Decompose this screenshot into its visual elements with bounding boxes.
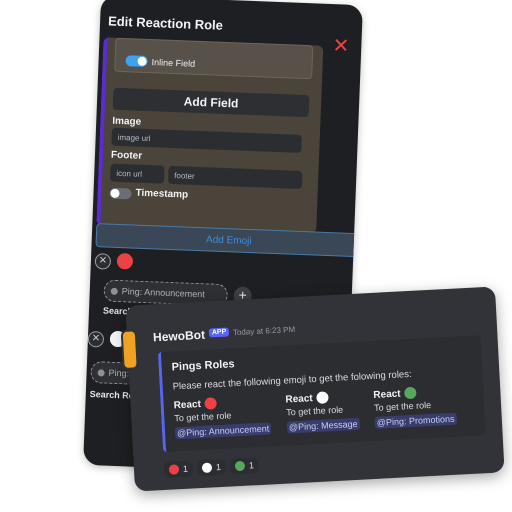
- green-circle-emoji: [234, 460, 246, 472]
- red-circle-emoji: [168, 464, 180, 475]
- reactions-bar: 1 1 1: [163, 457, 260, 479]
- reaction-count: 1: [182, 463, 189, 475]
- inline-field-toggle[interactable]: [125, 55, 148, 67]
- footer-icon-input[interactable]: icon url: [109, 163, 165, 184]
- reaction-button[interactable]: 1: [229, 457, 260, 475]
- footer-text-input[interactable]: footer: [167, 165, 303, 189]
- timestamp-toggle[interactable]: [109, 187, 132, 200]
- remove-emoji-button[interactable]: ✕: [94, 253, 112, 270]
- role-dot-icon: [110, 287, 118, 295]
- role-mention[interactable]: @Ping: Message: [286, 417, 360, 434]
- role-dot-icon: [97, 368, 105, 377]
- field-card: Inline Field: [114, 37, 314, 80]
- embed-field: React To get the role @Ping: Message: [285, 390, 360, 436]
- field-text: To get the role: [373, 399, 432, 413]
- inline-field-label: Inline Field: [151, 57, 196, 69]
- app-badge: APP: [208, 327, 230, 338]
- white-circle-emoji: [201, 462, 213, 474]
- reaction-count: 1: [248, 460, 255, 471]
- image-label: Image: [112, 115, 142, 128]
- reaction-count: 1: [215, 462, 222, 473]
- footer-label: Footer: [110, 149, 143, 162]
- message-embed: Pings Roles Please react the following e…: [157, 335, 486, 453]
- close-icon[interactable]: ✕: [332, 35, 350, 58]
- white-circle-emoji: [316, 391, 330, 404]
- field-name: React: [373, 388, 401, 401]
- embed-title: Pings Roles: [171, 358, 235, 374]
- red-circle-emoji: [204, 397, 218, 410]
- embed-editor: Inline Field Add Field Image image url F…: [96, 37, 324, 234]
- remove-emoji-button[interactable]: ✕: [87, 330, 105, 348]
- role-mention[interactable]: @Ping: Promotions: [374, 412, 457, 429]
- role-chip-label: Ping: Announcement: [121, 286, 205, 300]
- field-name: React: [173, 398, 202, 411]
- panel-title: Edit Reaction Role: [107, 13, 224, 33]
- bot-avatar: [120, 329, 139, 371]
- role-mention[interactable]: @Ping: Announcement: [174, 422, 272, 440]
- field-name: React: [285, 392, 314, 406]
- timestamp-label: Timestamp: [135, 187, 189, 201]
- reaction-button[interactable]: 1: [163, 460, 194, 479]
- red-circle-emoji[interactable]: [116, 252, 134, 270]
- bot-name[interactable]: HewoBot: [153, 328, 206, 345]
- image-url-input[interactable]: image url: [111, 127, 302, 153]
- add-field-button[interactable]: Add Field: [112, 87, 310, 118]
- add-emoji-button[interactable]: Add Emoji: [95, 223, 363, 258]
- reaction-button[interactable]: 1: [196, 458, 227, 477]
- embed-field: React To get the role @Ping: Promotions: [373, 385, 457, 431]
- field-text: To get the role: [285, 404, 344, 418]
- embed-field: React To get the role @Ping: Announcemen…: [173, 394, 272, 441]
- green-circle-emoji: [404, 386, 417, 400]
- discord-message-card: HewoBot APP Today at 6:23 PM Pings Roles…: [120, 286, 505, 492]
- message-timestamp: Today at 6:23 PM: [232, 324, 296, 338]
